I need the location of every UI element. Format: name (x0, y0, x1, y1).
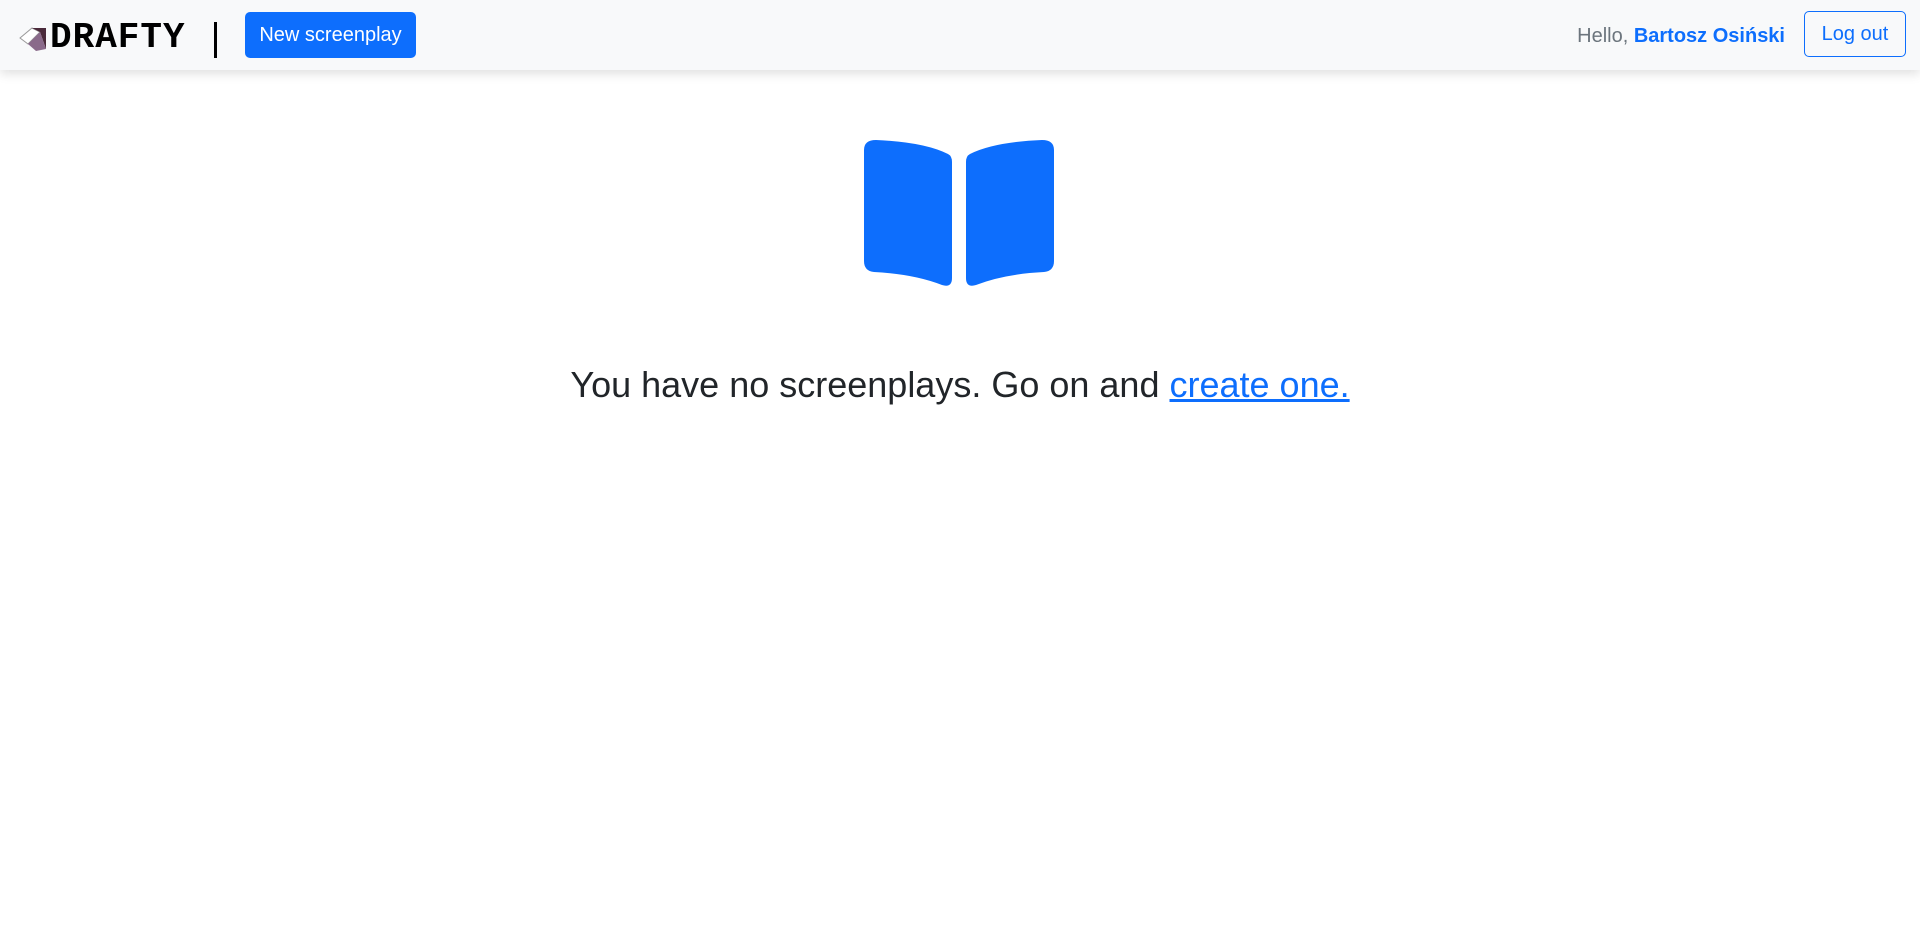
brand-logo-icon (19, 27, 46, 51)
brand-separator (214, 22, 217, 58)
logout-button[interactable]: Log out (1804, 11, 1906, 57)
user-greeting: Hello, Bartosz Osiński (1577, 22, 1785, 50)
brand-logo-link[interactable]: DRAFTY (18, 18, 186, 58)
empty-state-message: You have no screenplays. Go on and creat… (0, 360, 1920, 410)
new-screenplay-button[interactable]: New screenplay (245, 12, 416, 58)
create-screenplay-link[interactable]: create one. (1170, 364, 1350, 405)
empty-state-text: You have no screenplays. Go on and (570, 364, 1160, 405)
top-navbar: DRAFTY New screenplay Hello, Bartosz Osi… (0, 0, 1920, 70)
user-profile-link[interactable]: Bartosz Osiński (1634, 25, 1785, 47)
greeting-prefix: Hello, (1577, 25, 1629, 47)
brand-name: DRAFTY (50, 17, 186, 58)
book-icon (864, 140, 1054, 286)
